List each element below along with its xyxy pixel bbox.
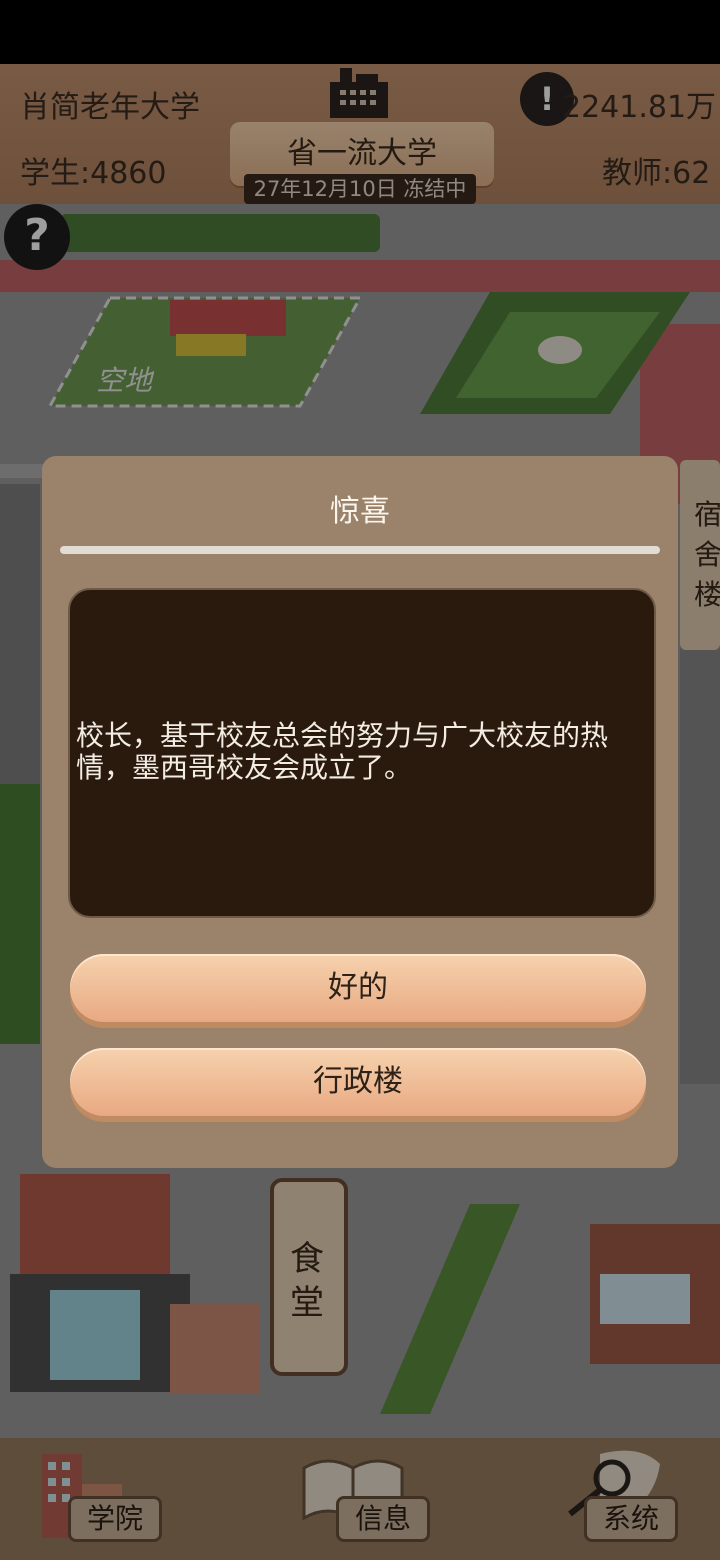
admin-building-button[interactable]: 行政楼: [70, 1048, 646, 1116]
dialog-message: 校长，基于校友总会的努力与广大校友的热情，墨西哥校友会成立了。: [76, 719, 609, 784]
status-bar: [0, 0, 720, 64]
dialog-divider: [60, 546, 660, 554]
ok-button[interactable]: 好的: [70, 954, 646, 1022]
dialog-message-box: 校长，基于校友总会的努力与广大校友的热情，墨西哥校友会成立了。: [68, 588, 656, 918]
dialog-title: 惊喜: [330, 494, 390, 529]
event-dialog: 惊喜 校长，基于校友总会的努力与广大校友的热情，墨西哥校友会成立了。 好的 行政…: [42, 456, 678, 1168]
game-screen: 空地 宿 舍 楼 食 堂 肖简老年大学 ! 2241.81万 学生:4860 教…: [0, 64, 720, 1560]
